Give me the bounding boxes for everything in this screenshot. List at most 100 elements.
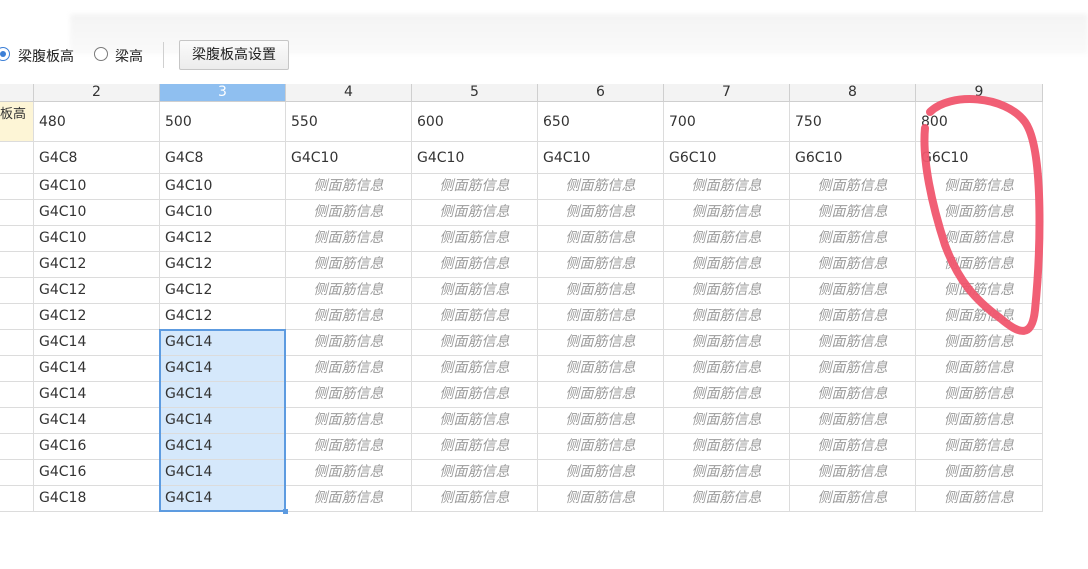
side-rebar-hint-cell[interactable]: 侧面筋信息 bbox=[790, 226, 916, 252]
row-header[interactable] bbox=[0, 200, 34, 226]
side-rebar-hint-cell[interactable]: 侧面筋信息 bbox=[286, 278, 412, 304]
rebar-cell[interactable]: G4C10 bbox=[412, 142, 538, 174]
side-rebar-hint-cell[interactable]: 侧面筋信息 bbox=[412, 486, 538, 512]
side-rebar-hint-cell[interactable]: 侧面筋信息 bbox=[286, 304, 412, 330]
rebar-cell[interactable]: G4C14 bbox=[34, 408, 160, 434]
side-rebar-hint-cell[interactable]: 侧面筋信息 bbox=[412, 200, 538, 226]
side-rebar-hint-cell[interactable]: 侧面筋信息 bbox=[790, 200, 916, 226]
rebar-cell[interactable]: G4C14 bbox=[34, 356, 160, 382]
side-rebar-hint-cell[interactable]: 侧面筋信息 bbox=[412, 434, 538, 460]
side-rebar-hint-cell[interactable]: 侧面筋信息 bbox=[664, 408, 790, 434]
side-rebar-hint-cell[interactable]: 侧面筋信息 bbox=[664, 174, 790, 200]
side-rebar-hint-cell[interactable]: 侧面筋信息 bbox=[412, 460, 538, 486]
side-rebar-hint-cell[interactable]: 侧面筋信息 bbox=[538, 408, 664, 434]
row-header[interactable] bbox=[0, 330, 34, 356]
height-cell[interactable]: 800 bbox=[916, 102, 1043, 142]
side-rebar-hint-cell[interactable]: 侧面筋信息 bbox=[916, 330, 1043, 356]
rebar-cell[interactable]: G4C16 bbox=[34, 460, 160, 486]
rebar-cell[interactable]: G4C10 bbox=[286, 142, 412, 174]
height-cell[interactable]: 500 bbox=[160, 102, 286, 142]
side-rebar-hint-cell[interactable]: 侧面筋信息 bbox=[790, 330, 916, 356]
rebar-cell[interactable]: G4C10 bbox=[34, 226, 160, 252]
rebar-cell[interactable]: G4C16 bbox=[34, 434, 160, 460]
rebar-cell[interactable]: G4C14 bbox=[160, 382, 286, 408]
rebar-cell[interactable]: G4C12 bbox=[34, 278, 160, 304]
rebar-cell[interactable]: G4C10 bbox=[160, 174, 286, 200]
side-rebar-hint-cell[interactable]: 侧面筋信息 bbox=[412, 382, 538, 408]
side-rebar-hint-cell[interactable]: 侧面筋信息 bbox=[790, 356, 916, 382]
side-rebar-hint-cell[interactable]: 侧面筋信息 bbox=[916, 304, 1043, 330]
side-rebar-hint-cell[interactable]: 侧面筋信息 bbox=[664, 304, 790, 330]
side-rebar-hint-cell[interactable]: 侧面筋信息 bbox=[916, 486, 1043, 512]
column-header[interactable]: 7 bbox=[664, 84, 790, 102]
row-header[interactable] bbox=[0, 382, 34, 408]
row-header[interactable] bbox=[0, 252, 34, 278]
side-rebar-hint-cell[interactable]: 侧面筋信息 bbox=[664, 278, 790, 304]
side-rebar-hint-cell[interactable]: 侧面筋信息 bbox=[538, 382, 664, 408]
side-rebar-hint-cell[interactable]: 侧面筋信息 bbox=[412, 252, 538, 278]
row-header[interactable] bbox=[0, 434, 34, 460]
rebar-cell[interactable]: G4C10 bbox=[34, 200, 160, 226]
beam-height-label[interactable]: 梁高 bbox=[115, 46, 143, 66]
side-rebar-hint-cell[interactable]: 侧面筋信息 bbox=[664, 252, 790, 278]
column-header[interactable]: 6 bbox=[538, 84, 664, 102]
row-header[interactable] bbox=[0, 408, 34, 434]
side-rebar-hint-cell[interactable]: 侧面筋信息 bbox=[916, 252, 1043, 278]
side-rebar-hint-cell[interactable]: 侧面筋信息 bbox=[538, 174, 664, 200]
rebar-cell[interactable]: G4C14 bbox=[160, 434, 286, 460]
side-rebar-hint-cell[interactable]: 侧面筋信息 bbox=[664, 434, 790, 460]
side-rebar-hint-cell[interactable]: 侧面筋信息 bbox=[412, 356, 538, 382]
rebar-cell[interactable]: G4C12 bbox=[160, 304, 286, 330]
column-header[interactable]: 9 bbox=[916, 84, 1043, 102]
row-header[interactable] bbox=[0, 174, 34, 200]
side-rebar-hint-cell[interactable]: 侧面筋信息 bbox=[916, 356, 1043, 382]
rebar-cell[interactable]: G4C8 bbox=[160, 142, 286, 174]
rebar-cell[interactable]: G4C12 bbox=[160, 252, 286, 278]
side-rebar-hint-cell[interactable]: 侧面筋信息 bbox=[412, 278, 538, 304]
side-rebar-hint-cell[interactable]: 侧面筋信息 bbox=[286, 356, 412, 382]
rebar-cell[interactable]: G4C14 bbox=[34, 330, 160, 356]
rebar-cell[interactable]: G4C8 bbox=[34, 142, 160, 174]
side-rebar-hint-cell[interactable]: 侧面筋信息 bbox=[916, 408, 1043, 434]
side-rebar-hint-cell[interactable]: 侧面筋信息 bbox=[538, 486, 664, 512]
web-height-radio[interactable] bbox=[0, 47, 10, 61]
side-rebar-hint-cell[interactable]: 侧面筋信息 bbox=[412, 408, 538, 434]
height-cell[interactable]: 750 bbox=[790, 102, 916, 142]
side-rebar-hint-cell[interactable]: 侧面筋信息 bbox=[916, 174, 1043, 200]
side-rebar-hint-cell[interactable]: 侧面筋信息 bbox=[664, 382, 790, 408]
row-header[interactable] bbox=[0, 226, 34, 252]
column-header[interactable]: 4 bbox=[286, 84, 412, 102]
column-header[interactable]: 3 bbox=[160, 84, 286, 102]
height-cell[interactable]: 700 bbox=[664, 102, 790, 142]
side-rebar-hint-cell[interactable]: 侧面筋信息 bbox=[664, 356, 790, 382]
side-rebar-hint-cell[interactable]: 侧面筋信息 bbox=[286, 200, 412, 226]
rebar-cell[interactable]: G6C10 bbox=[790, 142, 916, 174]
side-rebar-hint-cell[interactable]: 侧面筋信息 bbox=[790, 382, 916, 408]
side-rebar-hint-cell[interactable]: 侧面筋信息 bbox=[286, 382, 412, 408]
rebar-cell[interactable]: G4C12 bbox=[34, 304, 160, 330]
side-rebar-hint-cell[interactable]: 侧面筋信息 bbox=[412, 174, 538, 200]
rebar-cell[interactable]: G6C10 bbox=[664, 142, 790, 174]
column-header[interactable]: 5 bbox=[412, 84, 538, 102]
side-rebar-hint-cell[interactable]: 侧面筋信息 bbox=[664, 330, 790, 356]
height-cell[interactable]: 480 bbox=[34, 102, 160, 142]
row-header[interactable] bbox=[0, 460, 34, 486]
side-rebar-hint-cell[interactable]: 侧面筋信息 bbox=[286, 330, 412, 356]
column-header[interactable]: 2 bbox=[34, 84, 160, 102]
beam-height-radio[interactable] bbox=[94, 47, 108, 61]
rebar-cell[interactable]: G4C14 bbox=[160, 460, 286, 486]
side-rebar-hint-cell[interactable]: 侧面筋信息 bbox=[790, 434, 916, 460]
rebar-cell[interactable]: G4C10 bbox=[160, 200, 286, 226]
side-rebar-hint-cell[interactable]: 侧面筋信息 bbox=[286, 226, 412, 252]
height-cell[interactable]: 600 bbox=[412, 102, 538, 142]
side-rebar-hint-cell[interactable]: 侧面筋信息 bbox=[790, 304, 916, 330]
rebar-cell[interactable]: G4C12 bbox=[160, 278, 286, 304]
rebar-cell[interactable]: G4C12 bbox=[34, 252, 160, 278]
height-cell[interactable]: 550 bbox=[286, 102, 412, 142]
rebar-cell[interactable]: G4C10 bbox=[34, 174, 160, 200]
rebar-cell[interactable]: G4C14 bbox=[34, 382, 160, 408]
rebar-cell[interactable]: G6C10 bbox=[916, 142, 1043, 174]
side-rebar-hint-cell[interactable]: 侧面筋信息 bbox=[916, 382, 1043, 408]
side-rebar-hint-cell[interactable]: 侧面筋信息 bbox=[538, 252, 664, 278]
side-rebar-hint-cell[interactable]: 侧面筋信息 bbox=[916, 226, 1043, 252]
